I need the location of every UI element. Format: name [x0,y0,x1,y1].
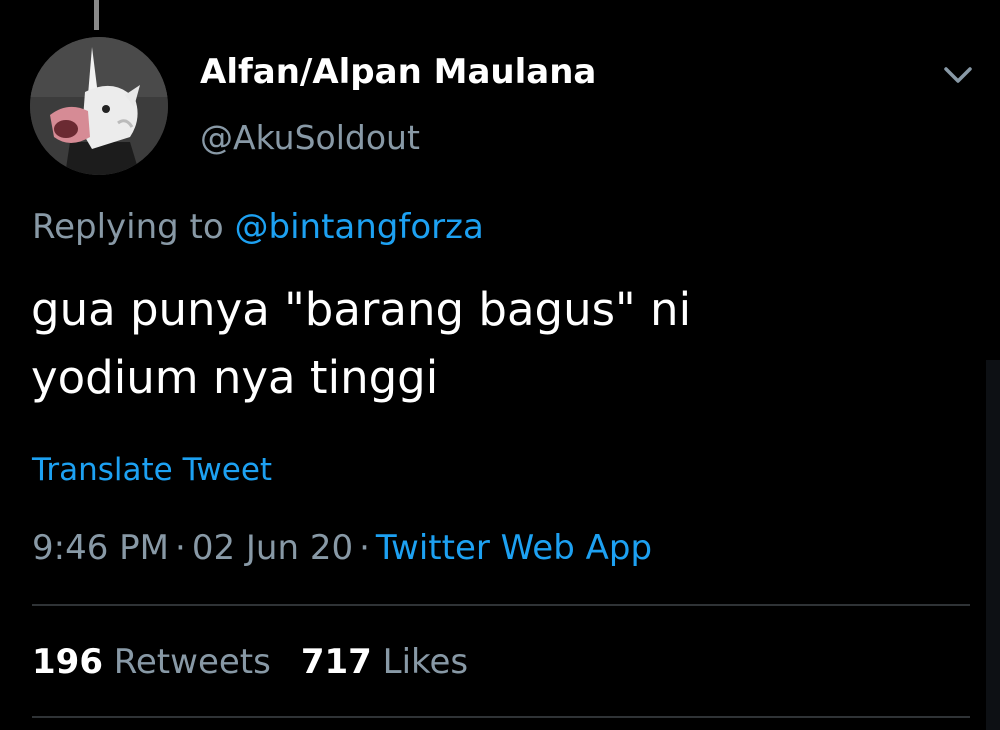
retweets-stat[interactable]: 196 Retweets [32,642,271,682]
tweet-date[interactable]: 02 Jun 20 [192,528,353,568]
replying-to-line: Replying to @bintangforza [32,207,484,247]
replying-label: Replying to [32,207,224,247]
unicorn-mask-avatar-icon [30,37,168,175]
tweet-text: gua punya "barang bagus" ni yodium nya t… [31,283,692,404]
avatar[interactable] [30,37,168,175]
divider [32,604,970,606]
chevron-down-icon[interactable] [940,60,976,90]
meta-separator: · [175,528,186,568]
meta-separator: · [359,528,370,568]
tweet-metadata: 9:46 PM · 02 Jun 20 · Twitter Web App [32,528,652,568]
likes-label: Likes [382,642,469,682]
author-handle[interactable]: @AkuSoldout [200,118,420,157]
author-display-name[interactable]: Alfan/Alpan Maulana [200,52,596,92]
scrollbar-track[interactable] [986,360,1000,730]
tweet-source-link[interactable]: Twitter Web App [376,528,652,568]
divider [32,716,970,718]
thread-connector-line [94,0,99,30]
likes-count: 717 [300,642,372,682]
translate-tweet-link[interactable]: Translate Tweet [32,452,272,488]
tweet-stats: 196 Retweets 717 Likes [32,642,468,682]
likes-stat[interactable]: 717 Likes [301,642,468,682]
tweet-time[interactable]: 9:46 PM [32,528,169,568]
retweets-label: Retweets [113,642,271,682]
replying-to-mention-link[interactable]: @bintangforza [235,207,484,247]
retweets-count: 196 [32,642,103,682]
